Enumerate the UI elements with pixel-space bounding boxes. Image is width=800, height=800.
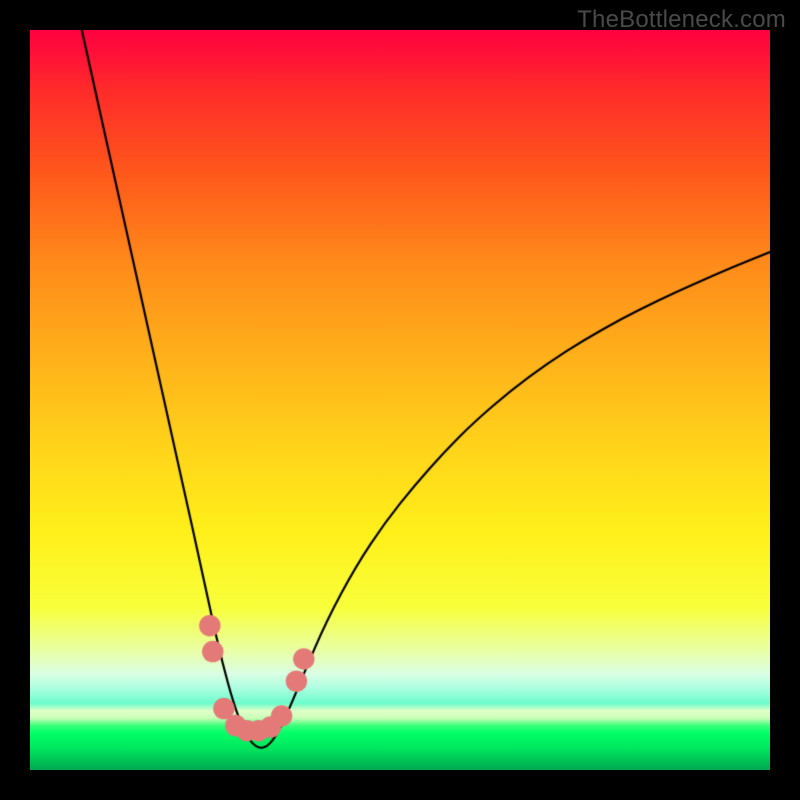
plot-area: [30, 30, 770, 770]
watermark-text: TheBottleneck.com: [577, 6, 786, 34]
chart-frame: TheBottleneck.com: [0, 0, 800, 800]
bottleneck-curve-canvas: [30, 30, 770, 770]
